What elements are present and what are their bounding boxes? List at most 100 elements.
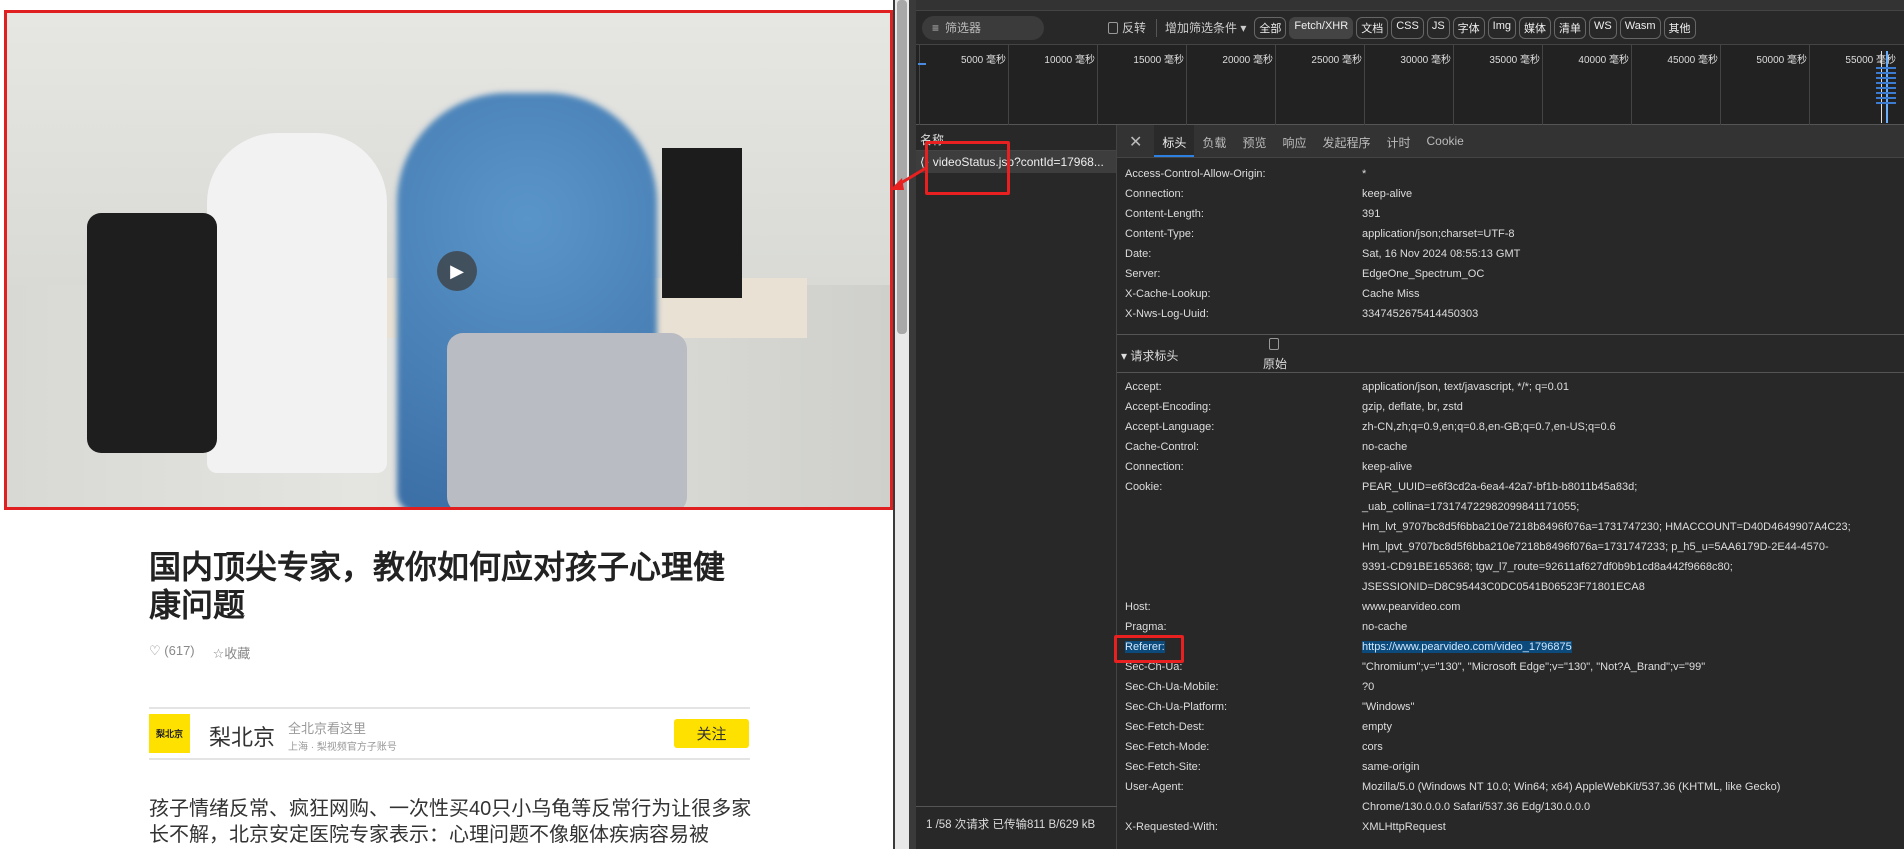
header-value: no-cache (1362, 441, 1408, 453)
header-value: Chrome/130.0.0.0 Safari/537.36 Edg/130.0… (1362, 801, 1591, 813)
type-filter-0[interactable]: 全部 (1254, 16, 1287, 39)
header-value: 391 (1362, 208, 1381, 220)
type-filter-2[interactable]: 文档 (1356, 16, 1389, 39)
header-row: Hm_lvt_9707bc8d5f6bba210e7218b8496f076a=… (1117, 517, 1904, 537)
header-name: Connection: (1125, 461, 1184, 473)
type-filter-8[interactable]: 清单 (1554, 16, 1587, 39)
type-filter-11[interactable]: 其他 (1663, 16, 1696, 39)
type-filter-5[interactable]: 字体 (1452, 16, 1485, 39)
header-row: Content-Length: 391 (1117, 204, 1904, 224)
header-row: Server: EdgeOne_Spectrum_OC (1117, 264, 1904, 284)
header-name: X-Requested-With: (1125, 821, 1218, 833)
type-filter-9[interactable]: WS (1589, 16, 1617, 39)
type-filter-7[interactable]: 媒体 (1519, 16, 1552, 39)
invert-label: 反转 (1122, 21, 1147, 35)
header-row: Content-Type: application/json;charset=UT… (1117, 224, 1904, 244)
video-monitor (662, 148, 742, 298)
timeline-column: 25000 毫秒 (1275, 45, 1364, 125)
header-value: Sat, 16 Nov 2024 08:55:13 GMT (1362, 248, 1521, 260)
header-name: X-Nws-Log-Uuid: (1125, 308, 1209, 320)
type-filter-1[interactable]: Fetch/XHR (1289, 16, 1354, 39)
header-row: Accept-Encoding: gzip, deflate, br, zstd (1117, 397, 1904, 417)
close-icon[interactable]: ✕ (1117, 125, 1154, 157)
header-row: Chrome/130.0.0.0 Safari/537.36 Edg/130.0… (1117, 797, 1904, 817)
header-name: Connection: (1125, 188, 1184, 200)
header-row: Cookie: PEAR_UUID=e6f3cd2a-6ea4-42a7-bf1b… (1117, 477, 1904, 497)
caret-down-icon: ▾ (1240, 21, 1247, 35)
tab-1[interactable]: 负载 (1194, 125, 1234, 157)
tab-2[interactable]: 预览 (1234, 125, 1274, 157)
request-headers-section[interactable]: ▾ 请求标头 原始 (1117, 334, 1904, 373)
type-filter-6[interactable]: Img (1487, 16, 1517, 39)
header-value: same-origin (1362, 761, 1420, 773)
author-slogan: 全北京看这里 (288, 721, 367, 736)
logo-text: 梨北京 (155, 729, 183, 739)
devtools-network-panel: ≡ 筛选器 反转 增加筛选条件 ▾ 全部 Fetch/XHR 文档 CSS JS 字体 Img… (916, 0, 1904, 849)
header-name: Sec-Fetch-Site: (1125, 761, 1201, 773)
header-value: XMLHttpRequest (1362, 821, 1446, 833)
author-name[interactable]: 梨北京 (209, 720, 275, 752)
author-logo[interactable]: 梨北京 (149, 714, 190, 753)
header-name: Sec-Fetch-Dest: (1125, 721, 1205, 733)
header-row: Referer: https://www.pearvideo.com/video_… (1117, 637, 1904, 657)
timeline-label: 50000 毫秒 (1756, 55, 1807, 66)
header-row: Sec-Ch-Ua: "Chromium";v="130", "Microsoft… (1117, 657, 1904, 677)
web-page: ▶ 国内顶尖专家，教你如何应对孩子心理健康问题 ♡ (617) ☆收藏 梨北京 … (0, 0, 893, 849)
header-name: Cache-Control: (1125, 441, 1199, 453)
video-player[interactable]: ▶ (4, 10, 893, 510)
like-button[interactable]: ♡ (617) (149, 643, 195, 662)
header-name: Pragma: (1125, 621, 1167, 633)
tab-6[interactable]: Cookie (1419, 125, 1472, 157)
header-row: Sec-Ch-Ua-Mobile: ?0 (1117, 677, 1904, 697)
timeline-column: 40000 毫秒 (1542, 45, 1631, 125)
header-name: Cookie: (1125, 481, 1163, 493)
header-name: Sec-Ch-Ua-Mobile: (1125, 681, 1219, 693)
article-body: 孩子情绪反常、疯狂网购、一次性买40只小乌龟等反常行为让很多家长不解，北京安定医… (149, 798, 752, 846)
timeline-overview[interactable]: 5000 毫秒 10000 毫秒 15000 毫秒 20000 毫秒 25000 毫秒 3… (916, 45, 1904, 125)
header-value: application/json, text/javascript, */*; … (1362, 381, 1569, 393)
header-row: Host: www.pearvideo.com (1117, 597, 1904, 617)
header-name: Access-Control-Allow-Origin: (1125, 168, 1266, 180)
heart-icon: ♡ (149, 643, 161, 658)
header-name: Sec-Fetch-Mode: (1125, 741, 1210, 753)
video-chair-gray (447, 333, 687, 507)
header-value: * (1362, 168, 1367, 180)
header-row: X-Cache-Lookup: Cache Miss (1117, 284, 1904, 304)
separator (1156, 18, 1158, 37)
divider (149, 707, 750, 709)
header-name: Host: (1125, 601, 1151, 613)
type-filter-3[interactable]: CSS (1391, 16, 1424, 39)
type-filter-4[interactable]: JS (1426, 16, 1450, 39)
response-headers: Access-Control-Allow-Origin: * Connection:… (1117, 164, 1904, 324)
tab-4[interactable]: 发起程序 (1314, 125, 1378, 157)
header-value: cors (1362, 741, 1383, 753)
timeline-label: 25000 毫秒 (1311, 55, 1362, 66)
type-filter-10[interactable]: Wasm (1619, 16, 1661, 39)
status-bar: 1 /58 次请求 已传输811 B/629 kB (916, 806, 1117, 838)
timeline-label: 10000 毫秒 (1044, 55, 1095, 66)
tab-5[interactable]: 计时 (1378, 125, 1418, 157)
tab-0[interactable]: 标头 (1154, 125, 1195, 157)
header-name: Content-Type: (1125, 228, 1195, 240)
timeline-column: 45000 毫秒 (1631, 45, 1720, 125)
filter-input[interactable]: ≡ 筛选器 (922, 15, 1044, 40)
raw-checkbox[interactable] (1269, 338, 1279, 350)
header-row: Sec-Fetch-Dest: empty (1117, 717, 1904, 737)
video-doctor (207, 133, 387, 473)
author-subtitle: 上海 · 梨视频官方子账号 (288, 742, 397, 753)
tab-3[interactable]: 响应 (1274, 125, 1314, 157)
play-icon[interactable]: ▶ (437, 251, 477, 291)
more-filters-dropdown[interactable]: 增加筛选条件 ▾ (1165, 19, 1246, 36)
article-meta: ♡ (617) ☆收藏 (149, 643, 250, 662)
header-name: Accept-Encoding: (1125, 401, 1212, 413)
header-value: JSESSIONID=D8C95443C0DC0541B06523F71801E… (1362, 581, 1645, 593)
detail-tabs: ✕ 标头 负载 预览 响应 发起程序 计时 Cookie (1117, 125, 1904, 158)
follow-button[interactable]: 关注 (674, 719, 749, 748)
header-value: keep-alive (1362, 461, 1413, 473)
header-value: 9391-CD91BE165368; tgw_l7_route=92611af6… (1362, 561, 1733, 573)
invert-checkbox[interactable]: 反转 (1108, 19, 1146, 36)
timeline-column: 5000 毫秒 (919, 45, 1008, 125)
timeline-label: 5000 毫秒 (960, 55, 1006, 66)
favorite-button[interactable]: ☆收藏 (213, 643, 251, 662)
header-row: X-Nws-Log-Uuid: 3347452675414450303 (1117, 304, 1904, 324)
